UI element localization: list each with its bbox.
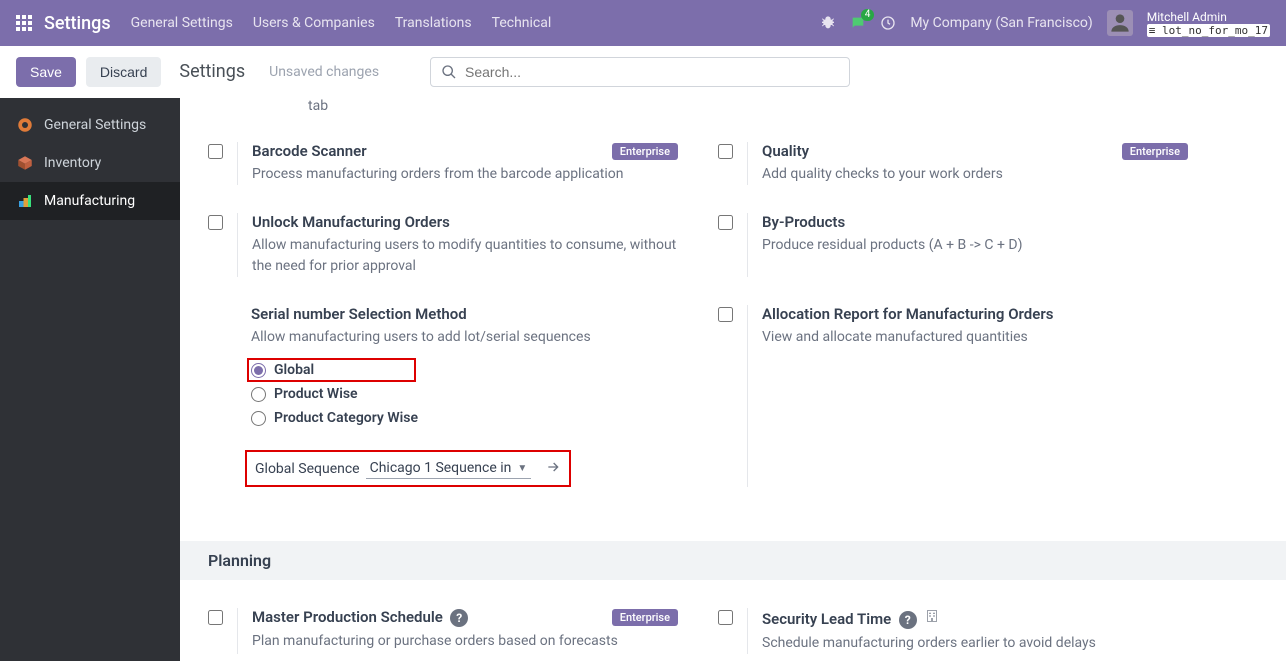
radio-category-label: Product Category Wise xyxy=(274,410,418,426)
search-icon xyxy=(441,64,457,80)
control-bar: Save Discard Settings Unsaved changes xyxy=(0,46,1286,98)
setting-desc-allocation: View and allocate manufactured quantitie… xyxy=(762,327,1188,348)
bug-icon[interactable] xyxy=(820,15,836,31)
chat-badge: 4 xyxy=(861,9,875,21)
setting-desc-barcode: Process manufacturing orders from the ba… xyxy=(252,164,678,185)
setting-desc-security: Schedule manufacturing orders earlier to… xyxy=(762,633,1188,654)
radio-category[interactable]: Product Category Wise xyxy=(251,406,678,430)
search-box[interactable] xyxy=(430,57,850,87)
checkbox-mps[interactable] xyxy=(208,610,223,625)
enterprise-badge: Enterprise xyxy=(1122,143,1188,160)
section-planning: Planning xyxy=(180,541,1286,580)
sidebar-item-general[interactable]: General Settings xyxy=(0,106,180,144)
nav-right: 4 My Company (San Francisco) Mitchell Ad… xyxy=(820,10,1270,37)
save-button[interactable]: Save xyxy=(16,57,76,87)
nav-menu-general[interactable]: General Settings xyxy=(131,15,233,31)
global-seq-value: Chicago 1 Sequence in xyxy=(370,460,512,476)
setting-title-security: Security Lead Time xyxy=(762,610,891,628)
discard-button[interactable]: Discard xyxy=(86,57,161,87)
checkbox-barcode[interactable] xyxy=(208,144,223,159)
apps-icon[interactable] xyxy=(16,15,32,31)
sidebar-item-label: Inventory xyxy=(44,155,101,171)
setting-desc-quality: Add quality checks to your work orders xyxy=(762,164,1188,185)
nav-menu-users[interactable]: Users & Companies xyxy=(253,15,375,31)
setting-title-byproducts: By-Products xyxy=(762,213,845,231)
top-nav: Settings General Settings Users & Compan… xyxy=(0,0,1286,46)
radio-product-input[interactable] xyxy=(251,387,266,402)
setting-title-unlock: Unlock Manufacturing Orders xyxy=(252,213,450,231)
nav-menu: General Settings Users & Companies Trans… xyxy=(131,15,821,31)
serial-radio-group: Global Product Wise Product Category Wis… xyxy=(251,358,678,430)
setting-title-mps: Master Production Schedule xyxy=(252,608,443,626)
sidebar-item-label: Manufacturing xyxy=(44,193,135,209)
breadcrumb: Settings xyxy=(179,61,245,82)
global-seq-label: Global Sequence xyxy=(255,461,360,477)
checkbox-security[interactable] xyxy=(718,610,733,625)
global-seq-select[interactable]: Chicago 1 Sequence in ▼ xyxy=(366,458,532,479)
user-name: Mitchell Admin xyxy=(1147,10,1270,24)
checkbox-unlock[interactable] xyxy=(208,215,223,230)
unsaved-indicator: Unsaved changes xyxy=(269,64,379,80)
user-block[interactable]: Mitchell Admin ≡ lot_no_for_mo_17 xyxy=(1147,10,1270,37)
enterprise-badge: Enterprise xyxy=(612,143,678,160)
sidebar-item-label: General Settings xyxy=(44,117,146,133)
radio-global[interactable]: Global xyxy=(247,358,416,382)
setting-desc-unlock: Allow manufacturing users to modify quan… xyxy=(252,235,678,277)
chevron-down-icon: ▼ xyxy=(517,463,527,474)
clock-icon[interactable] xyxy=(880,15,896,31)
radio-category-input[interactable] xyxy=(251,411,266,426)
company-switcher[interactable]: My Company (San Francisco) xyxy=(910,15,1092,31)
setting-desc-byproducts: Produce residual products (A + B -> C + … xyxy=(762,235,1188,256)
wrench-icon xyxy=(16,192,34,210)
gear-icon xyxy=(16,116,34,134)
setting-title-barcode: Barcode Scanner xyxy=(252,142,367,160)
setting-title-quality: Quality xyxy=(762,142,809,160)
nav-menu-technical[interactable]: Technical xyxy=(492,15,552,31)
sidebar: General Settings Inventory Manufacturing xyxy=(0,98,180,661)
checkbox-quality[interactable] xyxy=(718,144,733,159)
setting-desc-serial: Allow manufacturing users to add lot/ser… xyxy=(251,327,678,348)
help-icon[interactable]: ? xyxy=(899,611,917,629)
setting-desc-mps: Plan manufacturing or purchase orders ba… xyxy=(252,631,678,652)
enterprise-badge: Enterprise xyxy=(612,609,678,626)
main-layout: General Settings Inventory Manufacturing… xyxy=(0,98,1286,661)
nav-menu-translations[interactable]: Translations xyxy=(395,15,472,31)
help-icon[interactable]: ? xyxy=(450,609,468,627)
sidebar-item-manufacturing[interactable]: Manufacturing xyxy=(0,182,180,220)
setting-title-serial: Serial number Selection Method xyxy=(251,305,467,323)
building-icon xyxy=(924,608,940,624)
chat-icon[interactable]: 4 xyxy=(850,15,866,31)
checkbox-allocation[interactable] xyxy=(718,307,733,322)
setting-title-allocation: Allocation Report for Manufacturing Orde… xyxy=(762,305,1053,323)
external-link-icon[interactable] xyxy=(545,459,561,479)
radio-global-label: Global xyxy=(274,362,314,378)
checkbox-byproducts[interactable] xyxy=(718,215,733,230)
radio-global-input[interactable] xyxy=(251,363,266,378)
db-tag: ≡ lot_no_for_mo_17 xyxy=(1147,24,1270,37)
fragment-text: tab xyxy=(208,98,1258,128)
box-icon xyxy=(16,154,34,172)
global-seq-row: Global Sequence Chicago 1 Sequence in ▼ xyxy=(245,450,571,487)
radio-product[interactable]: Product Wise xyxy=(251,382,678,406)
radio-product-label: Product Wise xyxy=(274,386,358,402)
content: tab Barcode Scanner Enterprise Process m… xyxy=(180,98,1286,661)
search-input[interactable] xyxy=(465,64,839,80)
avatar[interactable] xyxy=(1107,10,1133,36)
app-title: Settings xyxy=(44,13,111,34)
sidebar-item-inventory[interactable]: Inventory xyxy=(0,144,180,182)
